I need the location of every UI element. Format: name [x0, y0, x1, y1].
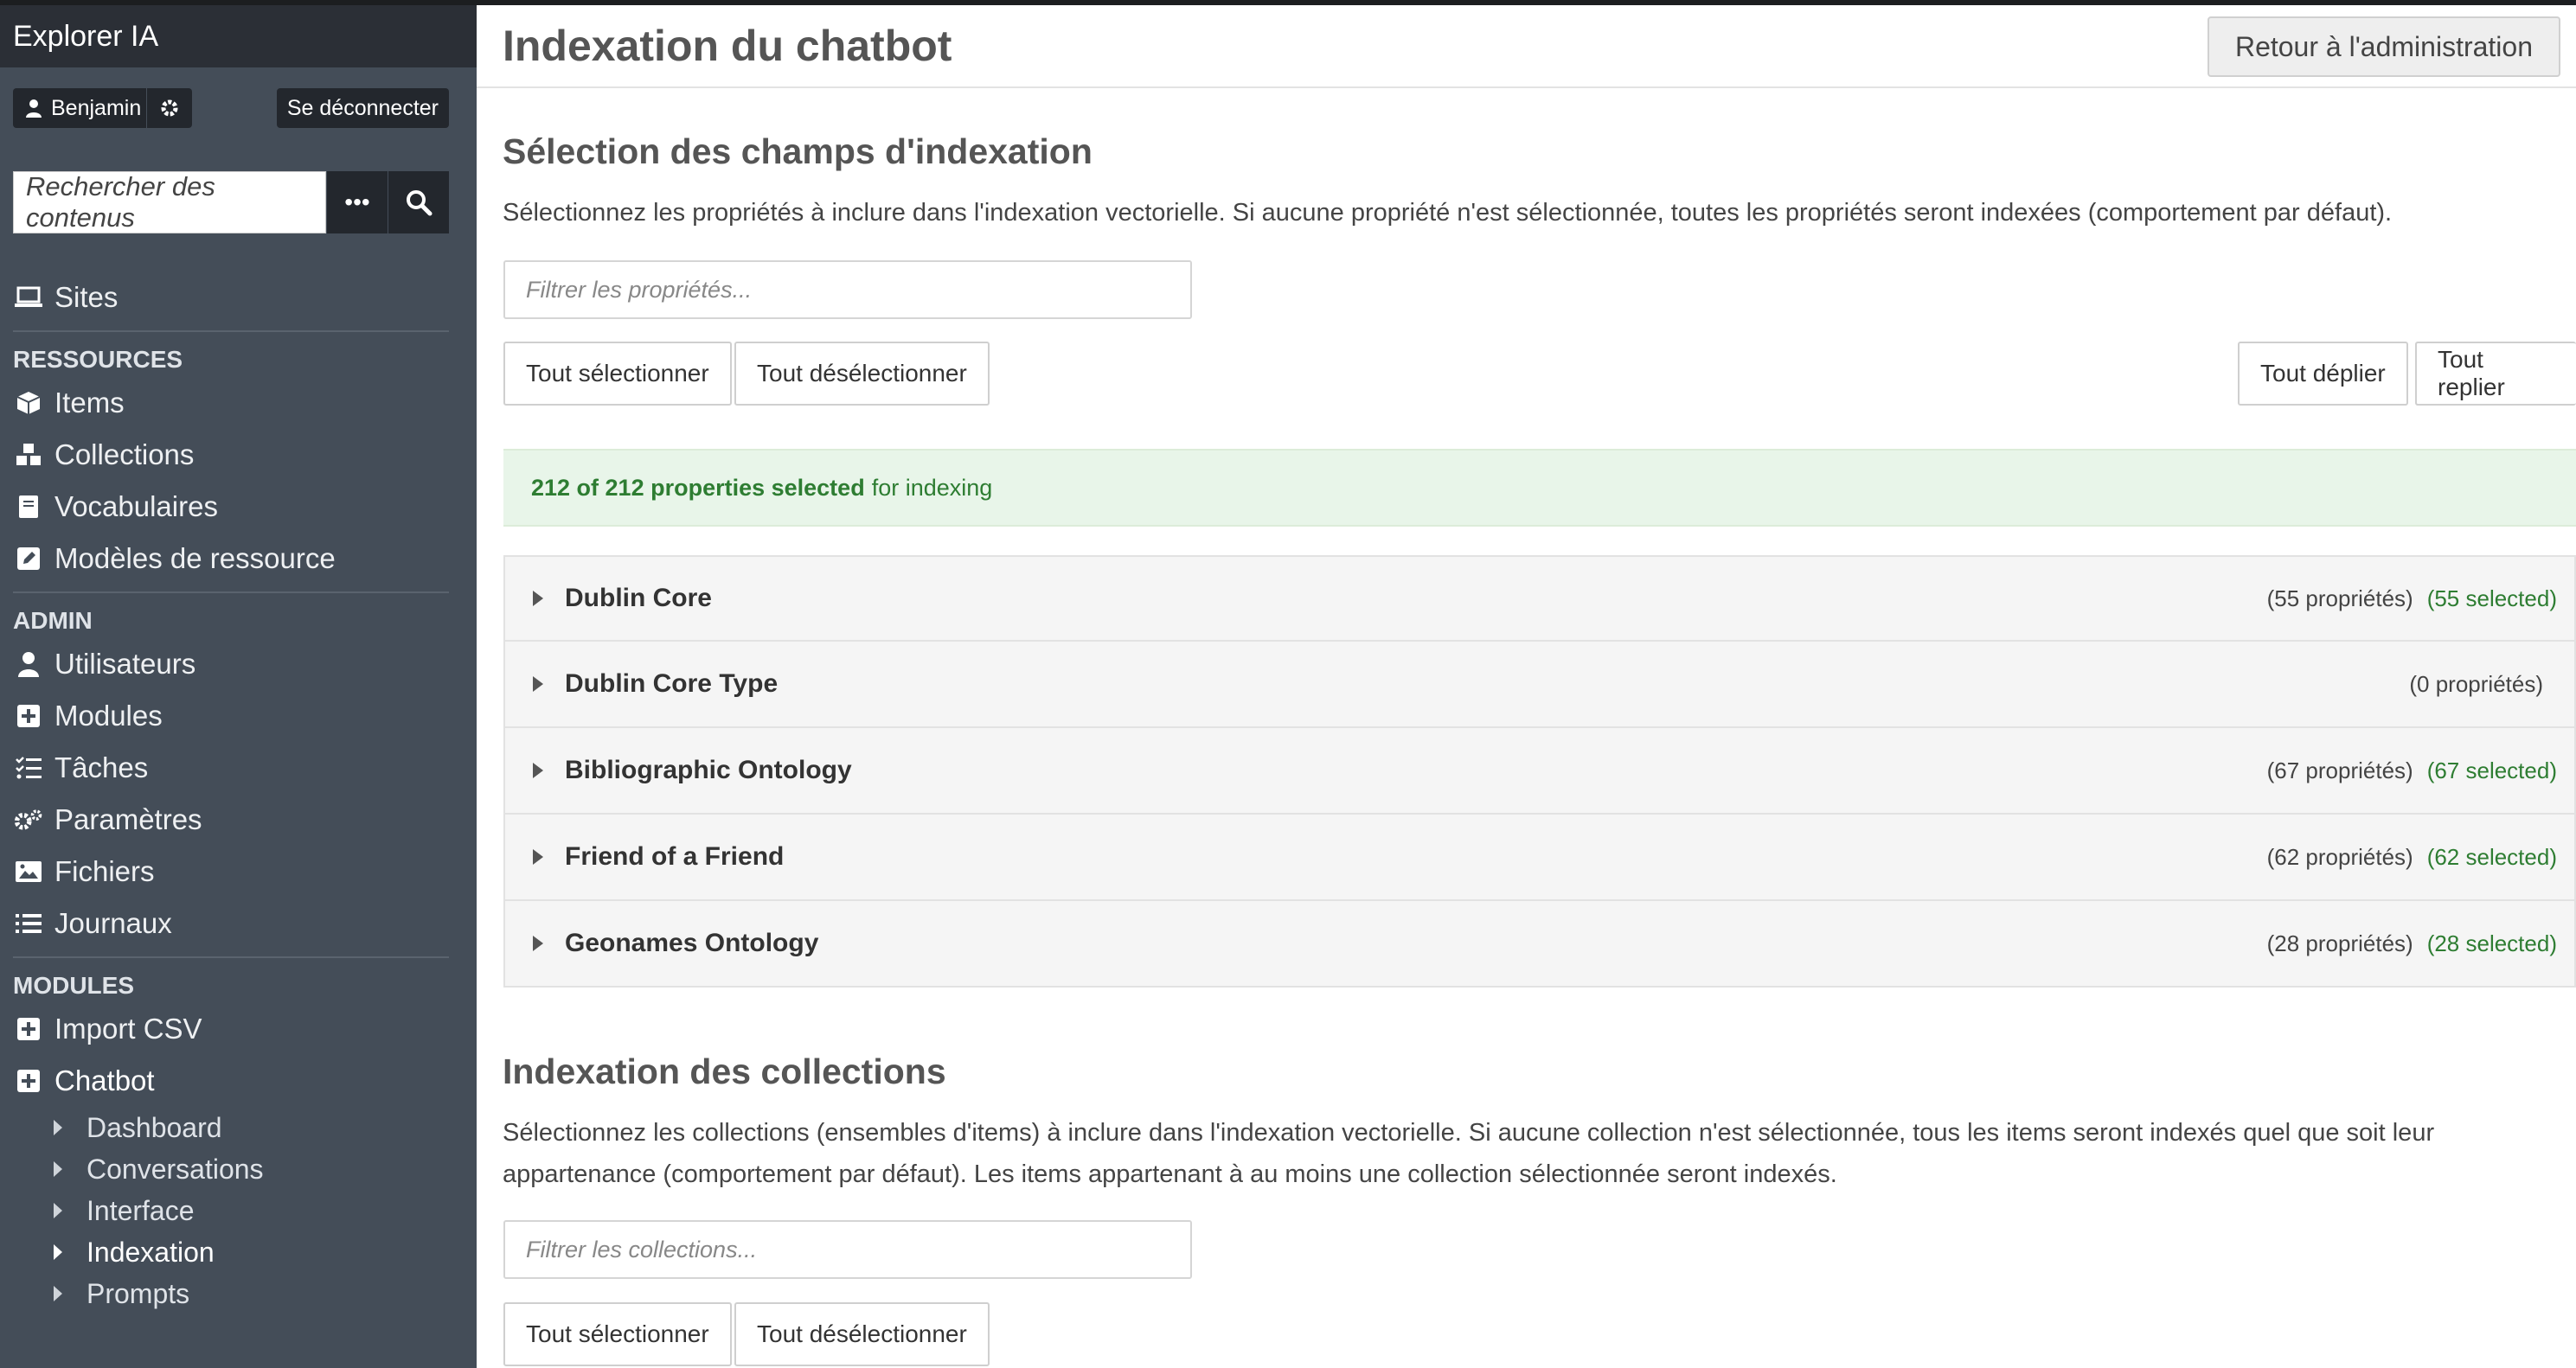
collections-description: Sélectionnez les collections (ensembles … [503, 1119, 2435, 1188]
sidebar-subitem-conversations[interactable]: Conversations [13, 1148, 449, 1190]
selected-count: (28 selected) [2426, 930, 2557, 956]
vocabulary-row[interactable]: Dublin Core (55 propriétés) (55 selected) [503, 555, 2576, 642]
sidebar-subitem-dashboard[interactable]: Dashboard [13, 1107, 449, 1148]
ellipsis-icon: ••• [344, 189, 370, 215]
page-header: Indexation du chatbot Retour à l'adminis… [477, 5, 2576, 88]
caret-right-icon [54, 1203, 62, 1218]
selection-count: 212 of 212 properties selected [531, 474, 865, 501]
caret-right-icon [533, 591, 543, 606]
page-title: Indexation du chatbot [503, 22, 952, 70]
property-count: (62 propriétés) [2266, 843, 2413, 870]
vocabulary-row[interactable]: Dublin Core Type (0 propriétés) [503, 642, 2576, 728]
plus-square-icon [17, 1018, 40, 1040]
book-icon [19, 495, 38, 518]
sidebar-item-logs[interactable]: Journaux [13, 898, 449, 949]
laptop-icon [15, 286, 42, 307]
sidebar-item-sites[interactable]: Sites [13, 272, 449, 323]
sidebar-item-tasks[interactable]: Tâches [13, 742, 449, 794]
edit-icon [17, 547, 40, 570]
section-admin: ADMIN [13, 607, 93, 634]
user-icon [18, 652, 39, 677]
caret-right-icon [533, 936, 543, 951]
vocabulary-list: Dublin Core (55 propriétés) (55 selected)… [503, 555, 2576, 988]
cubes-icon [16, 444, 41, 465]
sidebar-search: Rechercher des contenus ••• [13, 171, 449, 233]
caret-right-icon [54, 1161, 62, 1177]
sidebar-item-users[interactable]: Utilisateurs [13, 638, 449, 690]
main-content: Indexation du chatbot Retour à l'adminis… [477, 5, 2576, 1368]
select-all-properties-button[interactable]: Tout sélectionner [503, 342, 732, 406]
deselect-all-properties-button[interactable]: Tout désélectionner [734, 342, 990, 406]
selection-suffix: for indexing [871, 474, 993, 501]
sidebar-item-modules[interactable]: Modules [13, 690, 449, 742]
gear-icon [161, 99, 178, 117]
sidebar-item-items[interactable]: Items [13, 377, 449, 429]
vocabulary-row[interactable]: Geonames Ontology (28 propriétés) (28 sel… [503, 901, 2576, 988]
collapse-all-button[interactable]: Tout replier [2415, 342, 2576, 406]
selection-status: 212 of 212 properties selected for index… [503, 449, 2576, 527]
plus-square-icon [17, 1070, 40, 1092]
search-button[interactable] [388, 171, 449, 233]
divider [13, 330, 449, 332]
vocabulary-row[interactable]: Friend of a Friend (62 propriétés) (62 se… [503, 815, 2576, 901]
caret-right-icon [533, 849, 543, 865]
cogs-icon [14, 809, 42, 830]
caret-right-icon [533, 676, 543, 692]
divider [13, 591, 449, 593]
back-to-admin-button[interactable]: Retour à l'administration [2207, 16, 2560, 77]
select-all-collections-button[interactable]: Tout sélectionner [503, 1302, 732, 1366]
property-count: (28 propriétés) [2266, 930, 2413, 956]
sidebar-item-vocabularies[interactable]: Vocabulaires [13, 481, 449, 533]
sidebar-item-import-csv[interactable]: Import CSV [13, 1003, 449, 1055]
user-icon [26, 99, 42, 118]
fields-description: Sélectionnez les propriétés à inclure da… [503, 199, 2393, 227]
vocabulary-row[interactable]: Bibliographic Ontology (67 propriétés) (6… [503, 728, 2576, 815]
caret-right-icon [54, 1286, 62, 1301]
caret-right-icon [54, 1244, 62, 1260]
user-name: Benjamin [51, 95, 142, 120]
sidebar-subitem-indexation[interactable]: Indexation [13, 1231, 449, 1273]
image-icon [16, 861, 42, 882]
filter-collections-input[interactable]: Filtrer les collections... [503, 1220, 1192, 1279]
caret-right-icon [54, 1120, 62, 1135]
user-menu: Benjamin [13, 88, 192, 128]
selected-count: (67 selected) [2426, 757, 2557, 783]
logout-button[interactable]: Se déconnecter [276, 88, 449, 128]
property-count: (0 propriétés) [2409, 670, 2543, 697]
settings-button[interactable] [147, 88, 192, 128]
sidebar: Explorer IA Benjamin Se déconnecter Rech… [0, 5, 477, 1368]
list-icon [16, 914, 42, 933]
section-resources: RESSOURCES [13, 346, 183, 373]
plus-square-icon [17, 705, 40, 727]
collections-heading: Indexation des collections [503, 1052, 946, 1091]
property-count: (67 propriétés) [2266, 757, 2413, 783]
sidebar-item-files[interactable]: Fichiers [13, 846, 449, 898]
sidebar-nav: Sites RESSOURCES Items Collections Vocab… [13, 272, 449, 1314]
search-options-button[interactable]: ••• [326, 171, 388, 233]
sidebar-item-resource-templates[interactable]: Modèles de ressource [13, 533, 449, 585]
caret-right-icon [533, 763, 543, 778]
sidebar-item-chatbot[interactable]: Chatbot [13, 1055, 449, 1107]
selected-count: (55 selected) [2426, 585, 2557, 611]
fields-heading: Sélection des champs d'indexation [503, 131, 1093, 171]
property-count: (55 propriétés) [2266, 585, 2413, 611]
search-icon [407, 190, 433, 216]
selected-count: (62 selected) [2426, 843, 2557, 870]
filter-properties-input[interactable]: Filtrer les propriétés... [503, 260, 1192, 319]
tasks-icon [16, 757, 42, 779]
expand-all-button[interactable]: Tout déplier [2238, 342, 2408, 406]
cube-icon [16, 392, 41, 414]
brand[interactable]: Explorer IA [0, 5, 477, 67]
sidebar-item-settings[interactable]: Paramètres [13, 794, 449, 846]
sidebar-subitem-prompts[interactable]: Prompts [13, 1273, 449, 1314]
user-button[interactable]: Benjamin [13, 88, 147, 128]
sidebar-item-collections[interactable]: Collections [13, 429, 449, 481]
section-modules: MODULES [13, 972, 134, 999]
search-input[interactable]: Rechercher des contenus [13, 171, 326, 233]
deselect-all-collections-button[interactable]: Tout désélectionner [734, 1302, 990, 1366]
user-bar: Benjamin Se déconnecter [13, 88, 449, 128]
sidebar-subitem-interface[interactable]: Interface [13, 1190, 449, 1231]
divider [13, 956, 449, 958]
